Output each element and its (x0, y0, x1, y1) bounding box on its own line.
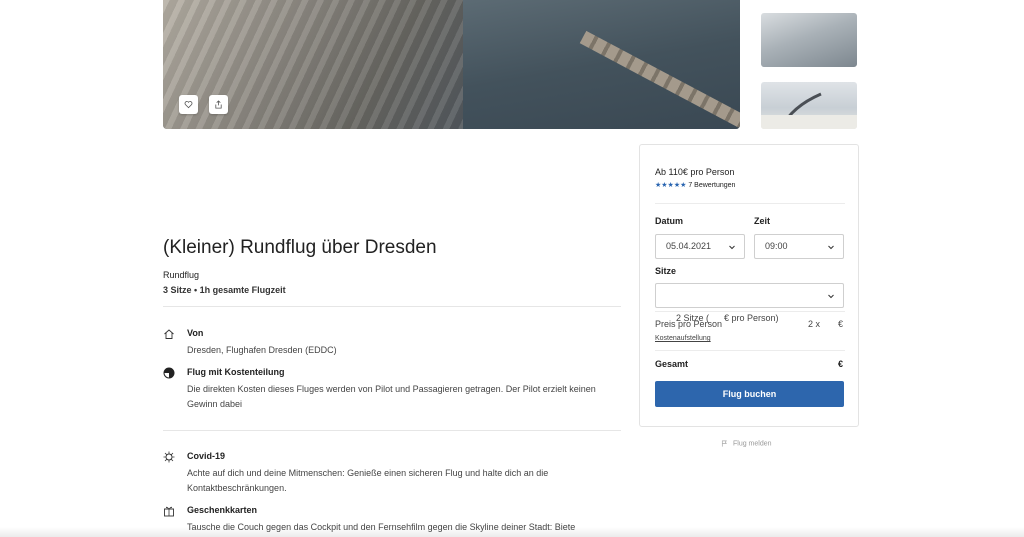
report-flight-link[interactable]: Flug melden (721, 440, 772, 447)
book-flight-button[interactable]: Flug buchen (655, 381, 844, 407)
date-select[interactable]: 05.04.2021 (655, 234, 745, 259)
seats-label: Sitze (655, 266, 677, 276)
feature-text: Die direkten Kosten dieses Fluges werden… (187, 384, 596, 409)
feature-text: Dresden, Flughafen Dresden (EDDC) (187, 345, 337, 355)
thumbnail-wing-graphic (761, 92, 857, 129)
seats-select[interactable]: 2 Sitze ( € pro Person) (655, 283, 844, 323)
hero-river-area (463, 0, 740, 129)
date-value: 05.04.2021 (666, 241, 712, 251)
half-circle-icon (163, 367, 175, 379)
cost-breakdown-link[interactable]: Kostenaufstellung (655, 335, 711, 342)
divider (163, 306, 621, 307)
chevron-down-icon (729, 245, 735, 250)
feature-text: Achte auf dich und deine Mitmenschen: Ge… (187, 468, 549, 493)
flag-icon (721, 440, 727, 447)
price-per-person-label: Preis pro Person (655, 319, 723, 329)
page-title: (Kleiner) Rundflug über Dresden (163, 237, 437, 258)
rating[interactable]: ★★★★★ 7 Bewertungen (655, 181, 735, 189)
total-value: € (837, 359, 843, 369)
card-divider (655, 350, 845, 351)
home-icon (164, 329, 174, 339)
feature-heading: Flug mit Kostenteilung (187, 367, 285, 377)
virus-icon (163, 451, 175, 463)
card-divider (655, 203, 845, 204)
feature-heading: Covid-19 (187, 451, 226, 461)
bottom-shadow (0, 527, 1024, 537)
price-from: Ab 110€ pro Person (655, 167, 735, 177)
time-select[interactable]: 09:00 (754, 234, 844, 259)
favorite-button[interactable] (179, 95, 198, 114)
listing-summary: 3 Sitze • 1h gesamte Flugzeit (163, 285, 286, 295)
time-label: Zeit (754, 216, 771, 226)
total-label: Gesamt (655, 359, 689, 369)
chevron-down-icon (828, 294, 834, 299)
feature-heading: Von (187, 328, 204, 338)
rating-stars: ★★★★★ (655, 182, 687, 189)
chevron-down-icon (828, 245, 834, 250)
divider (163, 430, 621, 431)
gift-icon (164, 506, 174, 517)
time-value: 09:00 (765, 241, 788, 251)
gallery-thumbnail-2[interactable] (761, 82, 857, 129)
hero-image[interactable] (163, 0, 740, 129)
feature-heading: Geschenkkarten (187, 505, 258, 515)
heart-icon (184, 101, 193, 109)
review-count: 7 Bewertungen (688, 182, 736, 189)
gallery-thumbnail-1[interactable] (761, 13, 857, 67)
listing-category: Rundflug (163, 270, 200, 280)
share-icon (215, 100, 222, 109)
hero-city-area (163, 0, 463, 129)
card-divider (655, 311, 845, 312)
price-per-person-qty: 2 x (808, 319, 821, 329)
report-flight-label: Flug melden (733, 440, 772, 448)
share-button[interactable] (209, 95, 228, 114)
booking-card: Ab 110€ pro Person ★★★★★ 7 Bewertungen D… (639, 144, 859, 427)
price-per-person-value: € (838, 319, 844, 329)
date-label: Datum (655, 216, 684, 226)
